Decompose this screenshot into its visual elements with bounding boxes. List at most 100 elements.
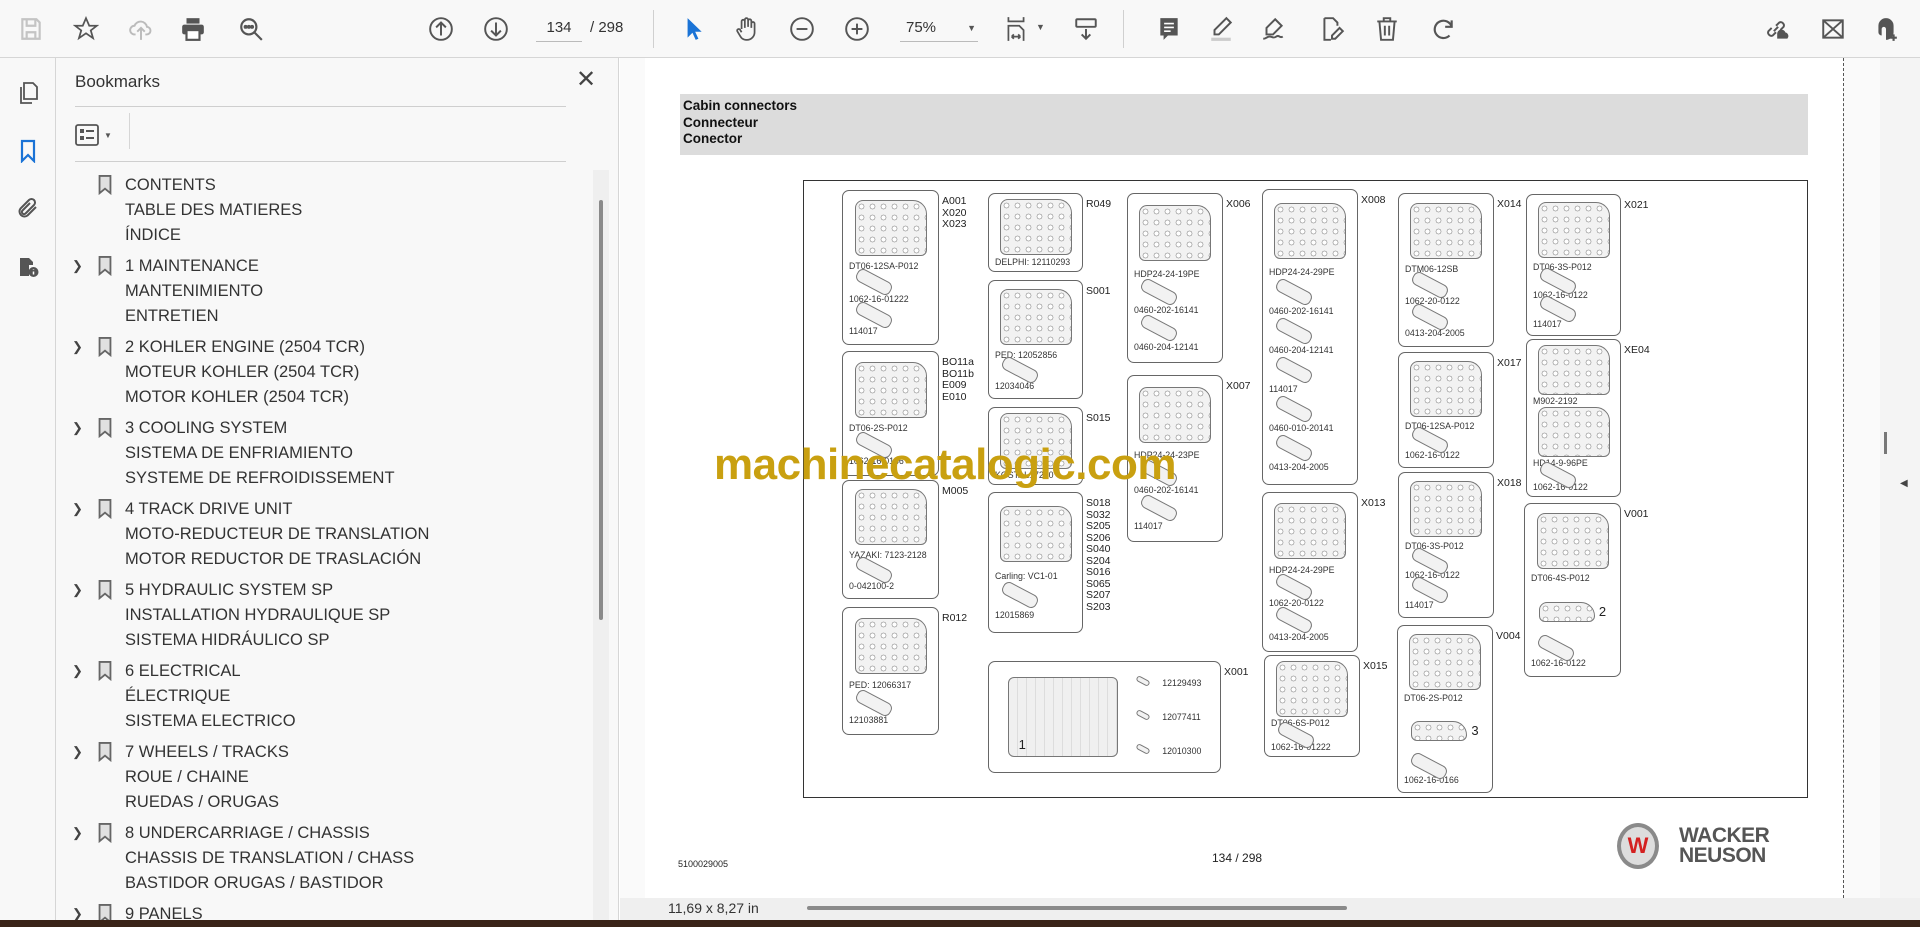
connector-id: X006 [1226,198,1251,210]
bookmark-label[interactable]: 9 PANELS [125,904,203,920]
bookmark-label[interactable]: MOTOR KOHLER (2504 TCR) [125,387,349,407]
select-tool-icon[interactable] [677,13,709,45]
previous-page-button[interactable] [425,13,457,45]
fit-page-dropdown-icon[interactable]: ▼ [1036,22,1045,32]
bookmark-scrollbar[interactable] [593,170,609,920]
part-number: DT06-4S-P012 [1531,573,1590,584]
chevron-right-icon[interactable]: ❯ [72,339,86,355]
connector-id: S016 [1086,566,1111,578]
zoom-out-button[interactable] [786,13,818,45]
part-number: DTM06-12SB [1405,264,1459,274]
print-icon[interactable] [177,13,209,45]
save-icon[interactable] [15,13,47,45]
attachments-icon[interactable] [12,192,44,224]
bookmark-label[interactable]: SISTEMA DE ENFRIAMIENTO [125,443,353,463]
connector-drawing [854,361,927,418]
bookmark-item[interactable]: CONTENTS TABLE DES MATIERES ÍNDICE [56,175,591,245]
bookmark-label[interactable]: 2 KOHLER ENGINE (2504 TCR) [125,337,365,357]
draw-sign-icon[interactable] [1257,13,1289,45]
connector-drawing [999,199,1072,256]
comment-icon[interactable] [1153,13,1185,45]
bookmark-item[interactable]: ❯ 4 TRACK DRIVE UNIT MOTO-REDUCTEUR DE TRA… [56,499,591,569]
bookmark-label[interactable]: MANTENIMIENTO [125,281,263,301]
bookmark-label[interactable]: 1 MAINTENANCE [125,256,259,276]
bookmark-label[interactable]: CHASSIS DE TRANSLATION / CHASS [125,848,414,868]
chevron-right-icon[interactable]: ❯ [72,906,86,920]
connector-drawing [1409,633,1481,690]
connector-ids: R012 [942,612,967,625]
bookmark-label[interactable]: 8 UNDERCARRIAGE / CHASSIS [125,823,370,843]
page-number-input[interactable] [536,14,582,42]
bookmark-label[interactable]: SISTEMA HIDRÁULICO SP [125,630,329,650]
part-number: 0460-202-16141 [1269,306,1334,317]
bookmark-item[interactable]: ❯ 9 PANELS [56,904,591,920]
chevron-right-icon[interactable]: ❯ [72,258,86,274]
scrollbar-thumb[interactable] [599,200,603,620]
bookmark-item[interactable]: ❯ 3 COOLING SYSTEM SISTEMA DE ENFRIAMIENTO… [56,418,591,488]
chevron-right-icon[interactable]: ❯ [72,744,86,760]
share-link-icon[interactable] [1760,13,1792,45]
bookmark-label[interactable]: ENTRETIEN [125,306,219,326]
bookmark-label[interactable]: MOTO-REDUCTEUR DE TRANSLATION [125,524,429,544]
bookmark-label[interactable]: MOTEUR KOHLER (2504 TCR) [125,362,359,382]
bookmarks-icon[interactable] [12,135,44,167]
bookmark-label[interactable]: 3 COOLING SYSTEM [125,418,287,438]
chevron-right-icon[interactable]: ❯ [72,825,86,841]
expand-right-panel-handle[interactable]: ◀ [1900,478,1908,489]
bookmark-label[interactable]: SYSTEME DE REFROIDISSEMENT [125,468,395,488]
bookmark-item[interactable]: ❯ 7 WHEELS / TRACKS ROUE / CHAINE RUEDAS / … [56,742,591,812]
next-page-button[interactable] [480,13,512,45]
chevron-right-icon[interactable]: ❯ [72,501,86,517]
bookmark-item[interactable]: ❯ 6 ELECTRICAL ÉLECTRIQUE SISTEMA ELECTRICO [56,661,591,731]
terminal-drawing [1138,276,1180,307]
connector-id: BO11a [942,356,974,368]
page-properties-icon[interactable] [12,251,44,283]
rotate-icon[interactable] [1427,13,1459,45]
search-icon[interactable] [235,13,267,45]
part-number: M902-2192 [1533,396,1578,406]
page-thumbnails-icon[interactable] [12,77,44,109]
bookmark-options-button[interactable]: ▼ [75,121,117,149]
bookmark-label[interactable]: ÍNDICE [125,225,181,245]
cloud-upload-icon[interactable] [125,13,157,45]
bookmark-label[interactable]: 7 WHEELS / TRACKS [125,742,289,762]
bookmark-item[interactable]: ❯ 8 UNDERCARRIAGE / CHASSIS CHASSIS DE TRA… [56,823,591,893]
page-boundary [1843,58,1844,898]
bookmark-label[interactable]: 6 ELECTRICAL [125,661,241,681]
highlight-icon[interactable] [1205,13,1237,45]
bookmark-label[interactable]: SISTEMA ELECTRICO [125,711,296,731]
bookmark-label[interactable]: TABLE DES MATIERES [125,200,302,220]
connector-drawing [1410,480,1482,537]
fit-page-icon[interactable] [1000,13,1032,45]
star-icon[interactable] [70,13,102,45]
chevron-right-icon[interactable]: ❯ [72,663,86,679]
connector-drawing [1274,202,1346,259]
bookmark-label[interactable]: INSTALLATION HYDRAULIQUE SP [125,605,390,625]
bookmark-label[interactable]: CONTENTS [125,175,216,195]
chevron-right-icon[interactable]: ❯ [72,420,86,436]
zoom-level-dropdown[interactable]: 75% ▼ [900,14,978,42]
close-icon[interactable]: ✕ [572,66,600,94]
email-icon[interactable] [1817,13,1849,45]
scrollbar-thumb[interactable] [1884,432,1887,454]
bookmark-label[interactable]: RUEDAS / ORUGAS [125,792,279,812]
zoom-in-button[interactable] [841,13,873,45]
scroll-mode-icon[interactable] [1070,13,1102,45]
horizontal-scrollbar[interactable] [807,906,1347,910]
bookmark-item[interactable]: ❯ 1 MAINTENANCE MANTENIMIENTO ENTRETIEN [56,256,591,326]
bookmark-item[interactable]: ❯ 2 KOHLER ENGINE (2504 TCR) MOTEUR KOHLER… [56,337,591,407]
chevron-right-icon[interactable]: ❯ [72,582,86,598]
bookmark-item[interactable]: ❯ 5 HYDRAULIC SYSTEM SP INSTALLATION HYDRA… [56,580,591,650]
panel-title: Bookmarks [75,72,161,91]
bookmark-label[interactable]: ÉLECTRIQUE [125,686,230,706]
hand-tool-icon[interactable] [731,13,763,45]
delete-icon[interactable] [1371,13,1403,45]
connector-ids: BO11a BO11b E009 E010 [942,356,974,403]
bookmark-label[interactable]: MOTOR REDUCTOR DE TRASLACIÓN [125,549,421,569]
bookmark-label[interactable]: BASTIDOR ORUGAS / BASTIDOR [125,873,384,893]
bookmark-label[interactable]: 4 TRACK DRIVE UNIT [125,499,292,519]
add-user-icon[interactable] [1870,13,1902,45]
fill-sign-icon[interactable] [1316,13,1348,45]
bookmark-label[interactable]: ROUE / CHAINE [125,767,249,787]
bookmark-label[interactable]: 5 HYDRAULIC SYSTEM SP [125,580,333,600]
